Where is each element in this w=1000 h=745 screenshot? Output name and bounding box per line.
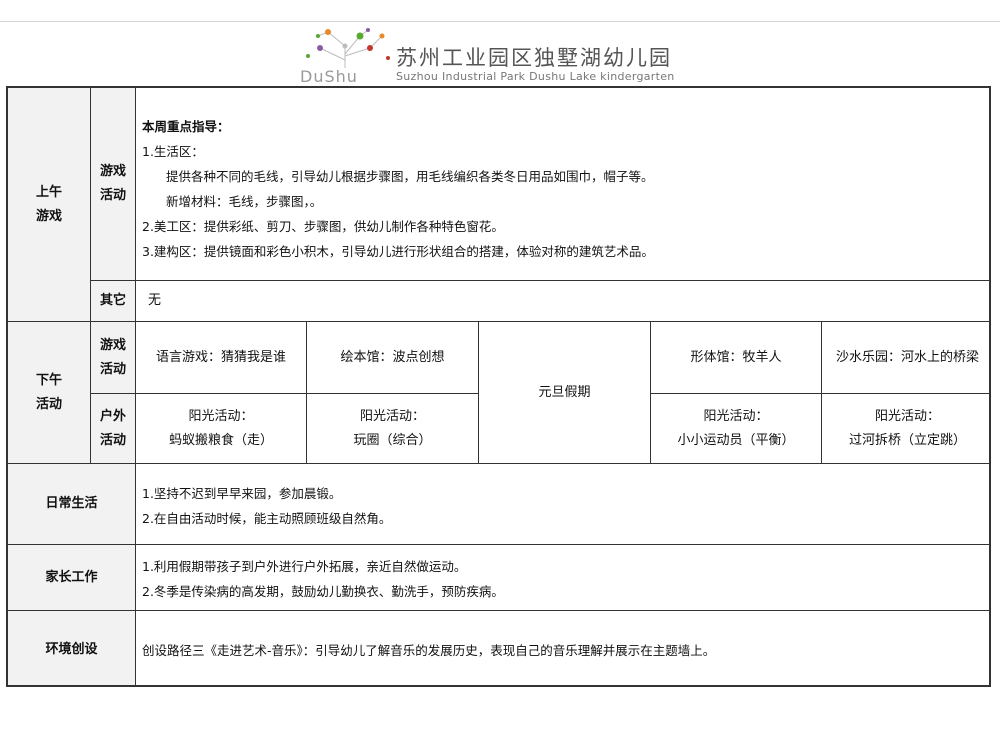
am-game-label-line1: 游戏 [99, 164, 126, 179]
page-header: DuShu 苏州工业园区独墅湖幼儿园 Suzhou Industrial Par… [0, 22, 1000, 84]
pm-holiday: 元旦假期 [538, 384, 591, 400]
pm-game-label-line2: 活动 [99, 361, 126, 377]
am-line-3: 新增材料：毛线，步骤图，。 [166, 194, 323, 209]
parents-line-1: 1.利用假期带孩子到户外进行户外拓展，亲近自然做运动。 [142, 559, 467, 574]
pm-game-1: 语言游戏：猜猜我是谁 [155, 349, 286, 365]
am-line-4: 2.美工区：提供彩纸、剪刀、步骤图，供幼儿制作各种特色窗花。 [142, 219, 504, 234]
am-label-line1: 上午 [35, 184, 62, 200]
parents-content: 1.利用假期带孩子到户外进行户外拓展，亲近自然做运动。 2.冬季是传染病的高发期… [142, 554, 504, 604]
pm-game-2: 绘本馆：波点创想 [340, 349, 445, 365]
am-focus-content: 本周重点指导： 1.生活区： 提供各种不同的毛线，引导幼儿根据步骤图，用毛线编织… [142, 114, 654, 264]
parents-label: 家长工作 [45, 569, 98, 585]
am-focus-title: 本周重点指导： [142, 119, 230, 134]
am-line-5: 3.建构区：提供镜面和彩色小积木，引导幼儿进行形状组合的搭建，体验对称的建筑艺术… [142, 244, 654, 259]
am-game-label: 游戏 活动 [91, 88, 135, 280]
school-logo-icon: DuShu [300, 28, 390, 84]
school-name-en: Suzhou Industrial Park Dushu Lake kinder… [396, 70, 675, 83]
pm-outdoor-1-line2: 蚂蚁搬粮食（走） [168, 432, 273, 448]
pm-game-3: 形体馆：牧羊人 [690, 349, 782, 365]
pm-outdoor-1: 阳光活动： 蚂蚁搬粮食（走） [136, 394, 306, 463]
daily-line-1: 1.坚持不迟到早早来园，参加晨锻。 [142, 486, 342, 501]
daily-line-2: 2.在自由活动时候，能主动照顾班级自然角。 [142, 511, 392, 526]
pm-outdoor-2: 阳光活动： 玩圈（综合） [307, 394, 478, 463]
parents-line-2: 2.冬季是传染病的高发期，鼓励幼儿勤换衣、勤洗手，预防疾病。 [142, 584, 504, 599]
pm-label: 下午 活动 [8, 322, 90, 463]
page-right-margin [991, 86, 1000, 687]
pm-game-label: 游戏 活动 [91, 322, 135, 393]
am-label: 上午 游戏 [8, 88, 90, 321]
am-game-label-line2: 活动 [99, 188, 126, 203]
pm-outdoor-4-line1: 阳光活动： [874, 408, 940, 424]
pm-outdoor-4: 阳光活动： 过河拆桥（立定跳） [822, 394, 989, 463]
grid-h-4 [8, 463, 989, 464]
environment-label: 环境创设 [45, 642, 98, 657]
daily-label: 日常生活 [45, 496, 98, 511]
daily-content: 1.坚持不迟到早早来园，参加晨锻。 2.在自由活动时候，能主动照顾班级自然角。 [142, 481, 391, 531]
grid-h-5 [8, 544, 989, 545]
pm-outdoor-4-line2: 过河拆桥（立定跳） [848, 432, 966, 448]
pm-outdoor-3-line2: 小小运动员（平衡） [677, 432, 795, 448]
am-line-1: 1.生活区： [142, 144, 204, 159]
weekly-plan-table: 上午 游戏 游戏 活动 本周重点指导： 1.生活区： 提供各种不同的毛线，引导幼… [6, 86, 991, 687]
pm-outdoor-label: 户外 活动 [91, 394, 135, 463]
pm-outdoor-3: 阳光活动： 小小运动员（平衡） [651, 394, 821, 463]
am-label-line2: 游戏 [35, 208, 62, 224]
pm-outdoor-1-line1: 阳光活动： [188, 408, 254, 424]
pm-game-label-line1: 游戏 [99, 337, 126, 353]
pm-outdoor-label-line1: 户外 [99, 408, 126, 424]
pm-outdoor-3-line1: 阳光活动： [703, 408, 769, 424]
am-other-value: 无 [148, 293, 162, 308]
am-line-2: 提供各种不同的毛线，引导幼儿根据步骤图，用毛线编织各类冬日用品如围巾，帽子等。 [166, 169, 654, 184]
pm-outdoor-label-line2: 活动 [99, 432, 126, 448]
logo-text: DuShu [300, 67, 358, 84]
environment-value: 创设路径三《走进艺术-音乐》：引导幼儿了解音乐的发展历史，表现自己的音乐理解并展… [142, 643, 716, 658]
pm-label-line1: 下午 [35, 372, 62, 388]
pm-outdoor-2-line2: 玩圈（综合） [353, 432, 432, 448]
grid-h-6 [8, 610, 989, 611]
pm-game-4: 沙水乐园：河水上的桥梁 [835, 349, 979, 365]
am-other-label: 其它 [99, 293, 126, 308]
pm-outdoor-2-line1: 阳光活动： [359, 408, 425, 424]
pm-label-line2: 活动 [35, 396, 62, 412]
school-name: 苏州工业园区独墅湖幼儿园 [396, 46, 672, 70]
